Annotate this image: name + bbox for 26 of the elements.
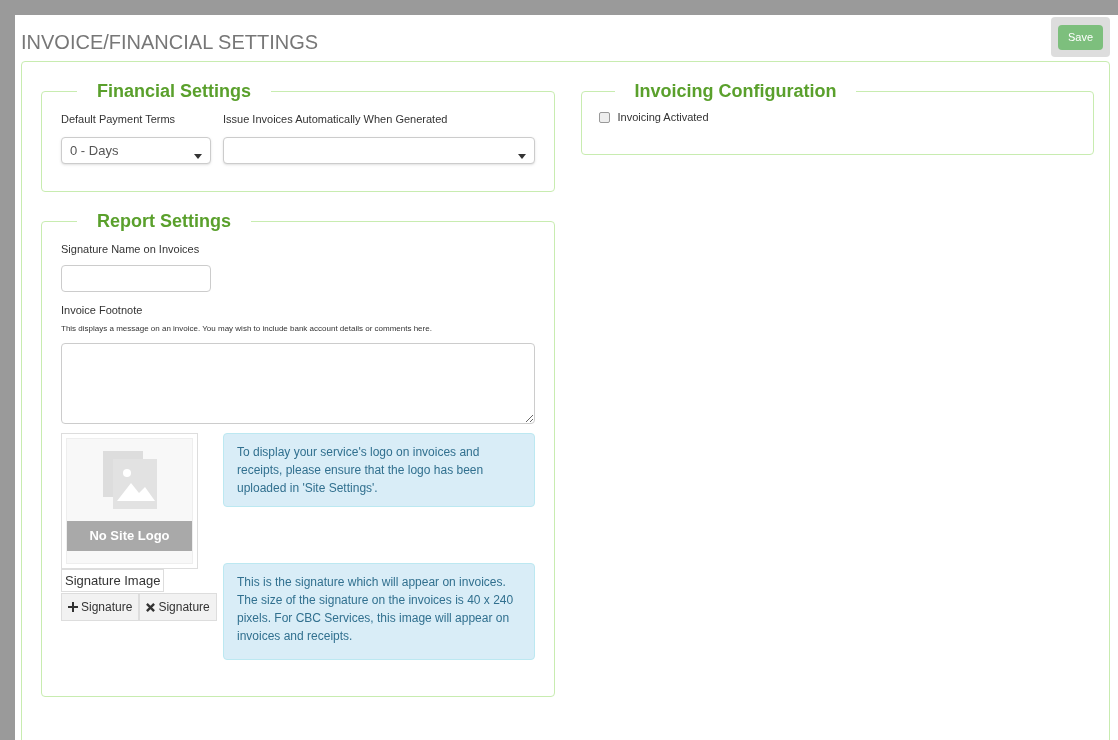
- logo-caption: No Site Logo: [67, 521, 192, 551]
- invoicing-activated-checkbox[interactable]: [598, 111, 610, 123]
- field-label: Issue Invoices Automatically When Generated: [223, 112, 449, 127]
- section-title: Report Settings: [97, 210, 231, 231]
- info-message: To display your service's logo on invoices and receipts, please ensure that the logo has been uploaded in 'Site Settings'.: [223, 432, 535, 507]
- field-label: Signature Name on Invoices: [61, 241, 201, 257]
- field-label: Invoice Footnote: [61, 303, 144, 318]
- image-icon: [102, 450, 157, 509]
- remove-signature-button[interactable]: Signature: [139, 593, 217, 621]
- checkbox-label: Invoicing Activated: [617, 110, 709, 125]
- select-field[interactable]: 0 - Days: [61, 136, 211, 164]
- page-title: INVOICE/FINANCIAL SETTINGS: [21, 30, 319, 55]
- caret-icon: [517, 152, 526, 159]
- info-message: This is the signature which will appear on invoices. The size of the signature on the invoices is 40 x 240 pixels. For CBC Services, this image will appear on invoices and receipts.: [223, 562, 535, 660]
- section-title: Invoicing Configuration: [634, 81, 837, 101]
- caret-icon: [194, 152, 202, 159]
- plus-icon: [68, 602, 78, 612]
- footnote-field[interactable]: [61, 342, 535, 424]
- close-icon: [146, 602, 156, 612]
- image-alt-text: Signature Image: [65, 571, 161, 590]
- section-title: Financial Settings: [97, 81, 252, 101]
- help-text: This displays a message on an invoice. You may wish to include bank account details or comments here.: [61, 322, 433, 335]
- add-signature-button[interactable]: Signature: [61, 593, 140, 621]
- select-field[interactable]: [223, 136, 535, 164]
- signature-name-field[interactable]: [61, 265, 211, 292]
- field-label: Default Payment Terms: [61, 112, 177, 127]
